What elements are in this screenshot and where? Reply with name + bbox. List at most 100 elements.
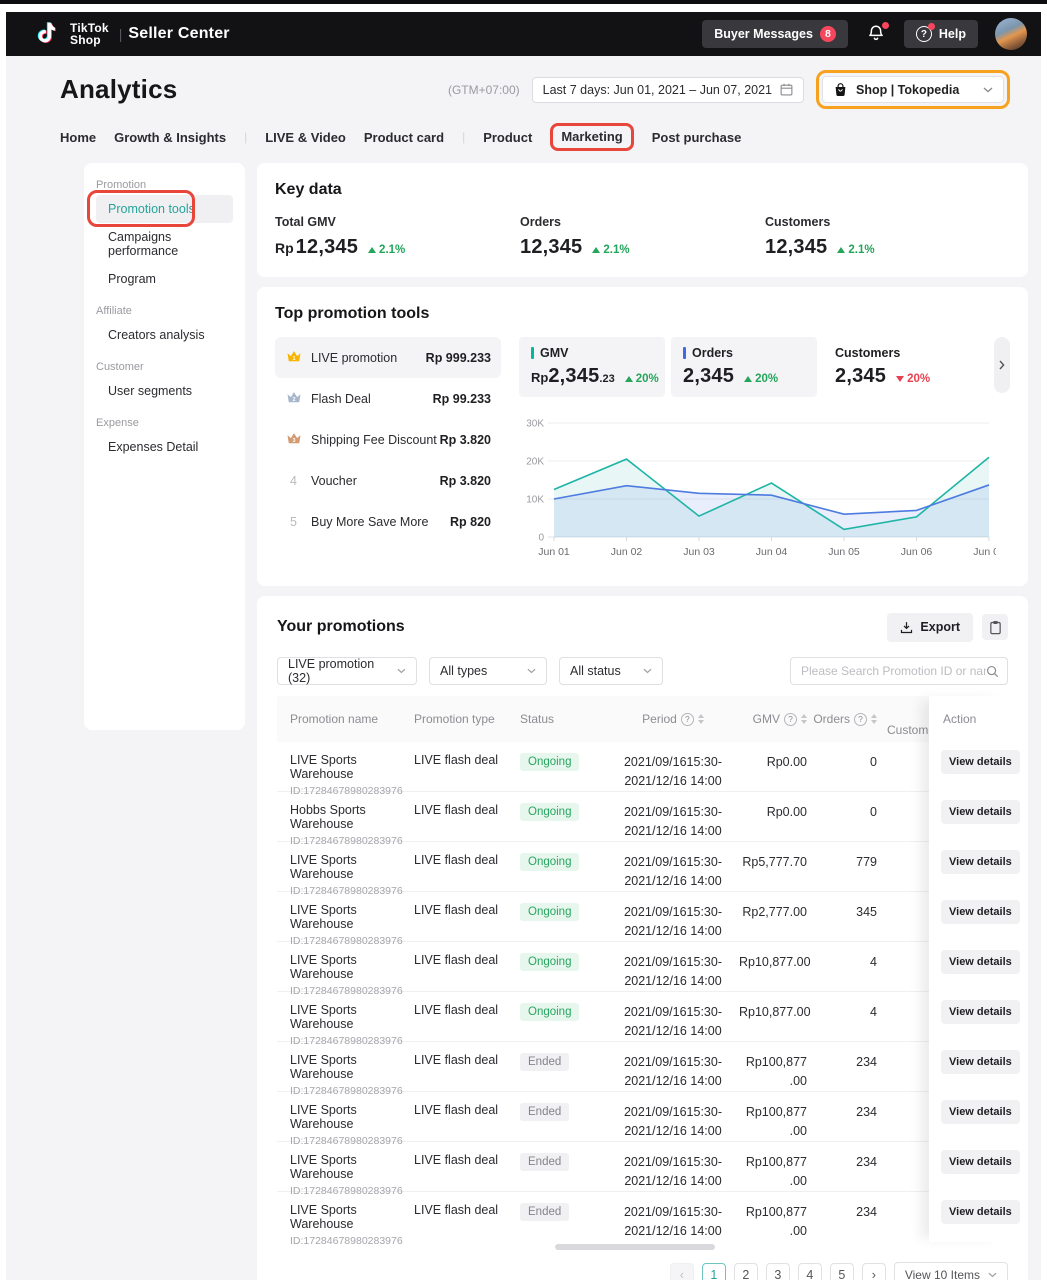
- question-circle-icon[interactable]: ?: [784, 713, 797, 726]
- promotion-type: LIVE flash deal: [407, 792, 513, 841]
- clipboard-button[interactable]: [982, 614, 1008, 640]
- promotion-tool-select[interactable]: LIVE promotion (32): [277, 657, 417, 685]
- sort-icon[interactable]: [698, 714, 704, 724]
- promotion-orders: 4: [807, 992, 877, 1041]
- tab-growth-insights[interactable]: Growth & Insights: [114, 130, 226, 145]
- promotion-name: LIVE Sports Warehouse: [290, 953, 407, 981]
- tool-value: Rp 99.233: [433, 392, 491, 406]
- action-cell: View details: [929, 992, 1008, 1042]
- page-size-select[interactable]: View 10 Items: [894, 1262, 1008, 1280]
- promotion-name: LIVE Sports Warehouse: [290, 1203, 407, 1231]
- tab-separator: |: [462, 130, 465, 144]
- help-button[interactable]: ? Help: [904, 20, 978, 48]
- status-filter-select[interactable]: All status: [559, 657, 663, 685]
- view-details-button[interactable]: View details: [941, 750, 1020, 774]
- tab-marketing[interactable]: Marketing: [561, 129, 622, 144]
- arrow-up-icon: [368, 247, 376, 253]
- top-promotion-tools-card: Top promotion tools 1LIVE promotionRp 99…: [257, 287, 1028, 586]
- tab-product[interactable]: Product: [483, 130, 532, 145]
- col-header-orders[interactable]: Orders?: [807, 712, 877, 726]
- view-details-button[interactable]: View details: [941, 800, 1020, 824]
- type-filter-select[interactable]: All types: [429, 657, 547, 685]
- question-circle-icon: ?: [916, 26, 932, 42]
- sidebar-item-campaigns-performance[interactable]: Campaigns performance: [96, 223, 233, 265]
- page-size-value: View 10 Items: [905, 1268, 980, 1280]
- page-button-4[interactable]: 4: [798, 1263, 822, 1280]
- view-details-button[interactable]: View details: [941, 900, 1020, 924]
- tab-post-purchase[interactable]: Post purchase: [652, 130, 742, 145]
- tab-live-video[interactable]: LIVE & Video: [265, 130, 346, 145]
- col-header-promotion-type: Promotion type: [407, 712, 513, 726]
- horizontal-scrollbar-thumb[interactable]: [555, 1244, 715, 1250]
- tool-rank-item-live-promotion[interactable]: 1LIVE promotionRp 999.233: [275, 337, 501, 378]
- promotion-name: Hobbs Sports Warehouse: [290, 803, 407, 831]
- search-icon[interactable]: [986, 665, 999, 678]
- view-details-button[interactable]: View details: [941, 1000, 1020, 1024]
- sidebar-item-creators-analysis[interactable]: Creators analysis: [96, 321, 233, 349]
- sidebar-item-expenses-detail[interactable]: Expenses Detail: [96, 433, 233, 461]
- metric-customers: Customers 12,345 2.1%: [765, 215, 1010, 259]
- col-header-period[interactable]: Period?: [607, 712, 739, 726]
- orders-metric-card[interactable]: Orders 2,345 20%: [671, 337, 817, 397]
- metric-card-value: 2,345: [548, 365, 599, 388]
- prev-page-button[interactable]: ‹: [670, 1263, 694, 1280]
- analytics-tabs: Home Growth & Insights | LIVE & Video Pr…: [60, 122, 1016, 152]
- page-button-2[interactable]: 2: [734, 1263, 758, 1280]
- view-details-button[interactable]: View details: [941, 1050, 1020, 1074]
- tool-rank-item-buy-more-save-more[interactable]: 5Buy More Save MoreRp 820: [275, 501, 501, 542]
- svg-text:3: 3: [292, 438, 295, 444]
- customers-metric-card[interactable]: Customers 2,345 20%: [823, 337, 969, 397]
- your-promotions-card: Your promotions Export: [257, 596, 1028, 1280]
- question-circle-icon[interactable]: ?: [681, 713, 694, 726]
- next-page-button[interactable]: ›: [862, 1263, 886, 1280]
- page-button-1[interactable]: 1: [702, 1263, 726, 1280]
- sidebar-item-program[interactable]: Program: [96, 265, 233, 293]
- buyer-messages-button[interactable]: Buyer Messages 8: [702, 20, 848, 48]
- col-header-promotion-name: Promotion name: [277, 712, 407, 726]
- export-button[interactable]: Export: [887, 613, 973, 642]
- view-details-button[interactable]: View details: [941, 850, 1020, 874]
- promotion-search-input[interactable]: [801, 664, 986, 678]
- avatar[interactable]: [995, 18, 1027, 50]
- view-details-button[interactable]: View details: [941, 950, 1020, 974]
- status-badge: Ongoing: [520, 853, 579, 871]
- brand[interactable]: TikTok Shop: [36, 21, 109, 47]
- sidebar-item-user-segments[interactable]: User segments: [96, 377, 233, 405]
- chevron-right-icon: [999, 360, 1005, 370]
- status-badge: Ongoing: [520, 903, 579, 921]
- view-details-button[interactable]: View details: [941, 1100, 1020, 1124]
- gmv-metric-card[interactable]: GMV Rp 2,345 .23 20%: [519, 337, 665, 397]
- currency-prefix: Rp: [275, 240, 294, 256]
- metric-orders: Orders 12,345 2.1%: [520, 215, 765, 259]
- unread-count-badge: 8: [820, 26, 836, 42]
- shop-selector[interactable]: Shop | Tokopedia: [822, 76, 1004, 103]
- view-details-button[interactable]: View details: [941, 1150, 1020, 1174]
- metric-card-change: 20%: [625, 373, 659, 385]
- tab-product-card[interactable]: Product card: [364, 130, 444, 145]
- sidebar-item-promotion-tools[interactable]: Promotion tools: [96, 195, 233, 223]
- col-header-gmv[interactable]: GMV?: [739, 712, 807, 726]
- promotion-type: LIVE flash deal: [407, 892, 513, 941]
- question-circle-icon[interactable]: ?: [854, 713, 867, 726]
- tool-rank-item-shipping-fee-discount[interactable]: 3Shipping Fee DiscountRp 3.820: [275, 419, 501, 460]
- cards-scroll-right-button[interactable]: [994, 337, 1010, 393]
- tool-rank-item-flash-deal[interactable]: 2Flash DealRp 99.233: [275, 378, 501, 419]
- table-header-row: Promotion name Promotion type Status Per…: [277, 696, 1008, 742]
- tab-home[interactable]: Home: [60, 130, 96, 145]
- promotion-orders: 234: [807, 1142, 877, 1191]
- date-range-picker[interactable]: Last 7 days: Jun 01, 2021 – Jun 07, 2021: [532, 77, 804, 103]
- arrow-up-icon: [625, 376, 633, 382]
- promotion-period: 2021/09/1615:30-2021/12/16 14:00: [607, 1192, 739, 1242]
- action-cell: View details: [929, 892, 1008, 942]
- notifications-bell-icon[interactable]: [865, 23, 887, 45]
- window-top-edge: [0, 0, 1047, 4]
- metric-value: 12,345: [520, 236, 582, 259]
- action-cell: View details: [929, 1192, 1008, 1242]
- tool-rank-item-voucher[interactable]: 4VoucherRp 3.820: [275, 460, 501, 501]
- svg-text:Jun 02: Jun 02: [611, 546, 643, 558]
- view-details-button[interactable]: View details: [941, 1200, 1020, 1224]
- metric-card-value: 2,345: [683, 365, 734, 388]
- rank-number: 4: [285, 474, 302, 488]
- page-button-5[interactable]: 5: [830, 1263, 854, 1280]
- page-button-3[interactable]: 3: [766, 1263, 790, 1280]
